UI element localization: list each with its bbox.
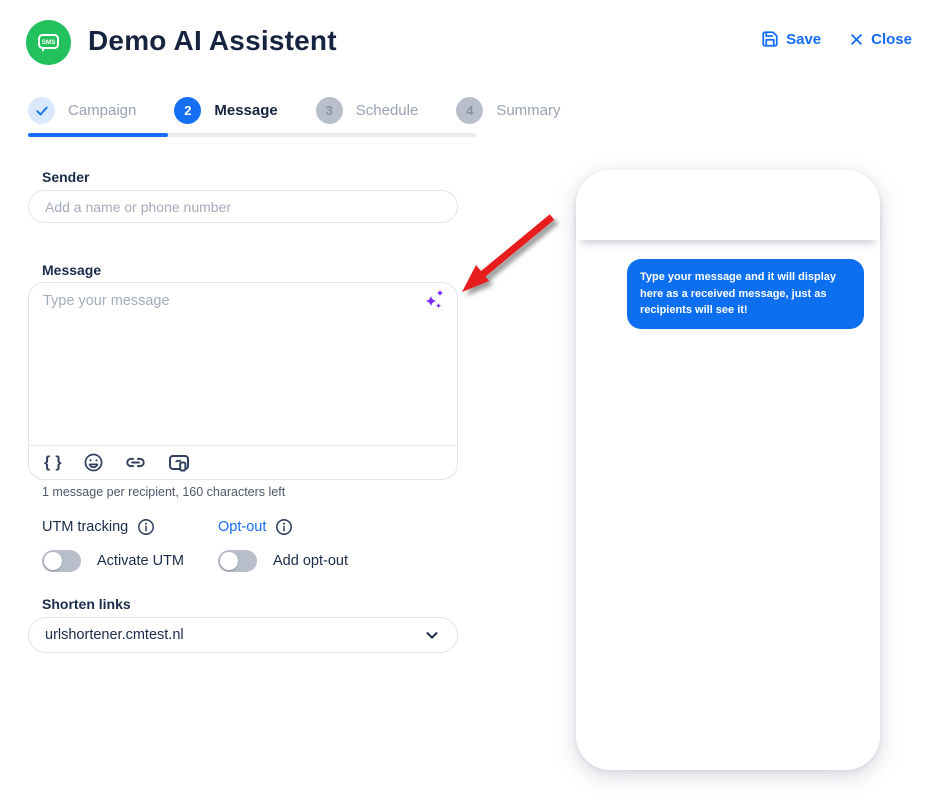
shorten-links-select[interactable]: urlshortener.cmtest.nl bbox=[28, 617, 458, 653]
tab-schedule-label: Schedule bbox=[355, 102, 419, 119]
step-progress-track bbox=[28, 133, 476, 137]
close-label: Close bbox=[871, 30, 912, 48]
braces-icon: { } bbox=[44, 453, 63, 471]
personalization-braces-button[interactable]: { } bbox=[44, 451, 63, 475]
shorten-links-label: Shorten links bbox=[42, 596, 131, 612]
utm-info-icon[interactable] bbox=[137, 518, 155, 536]
message-toolbar: { } bbox=[29, 445, 457, 479]
add-opt-out-row: Add opt-out bbox=[218, 550, 348, 572]
sparkles-icon bbox=[425, 289, 444, 309]
utm-tracking-group: UTM tracking bbox=[42, 518, 155, 536]
emoji-icon bbox=[84, 453, 103, 472]
header-actions: Save Close bbox=[761, 30, 912, 48]
activate-utm-label: Activate UTM bbox=[97, 553, 185, 569]
chevron-down-icon bbox=[423, 626, 441, 644]
sms-bubble-icon: SMS bbox=[38, 34, 59, 52]
message-placeholder: Type your message bbox=[43, 293, 170, 309]
step-progress-bar bbox=[28, 133, 168, 137]
save-label: Save bbox=[786, 30, 822, 48]
character-counter: 1 message per recipient, 160 characters … bbox=[42, 485, 286, 499]
landing-page-icon bbox=[168, 454, 189, 471]
svg-text:SMS: SMS bbox=[42, 39, 55, 46]
sender-input[interactable] bbox=[28, 190, 458, 223]
save-icon bbox=[761, 30, 779, 48]
campaign-check-icon bbox=[28, 97, 55, 124]
message-textarea[interactable]: Type your message bbox=[29, 283, 457, 445]
activate-utm-row: Activate UTM bbox=[42, 550, 184, 572]
close-icon bbox=[849, 32, 864, 47]
tab-summary[interactable]: 4 Summary bbox=[456, 97, 561, 124]
shorten-links-value: urlshortener.cmtest.nl bbox=[45, 627, 184, 643]
tab-message-label: Message bbox=[214, 102, 278, 119]
activate-utm-toggle[interactable] bbox=[42, 550, 81, 572]
tab-campaign-label: Campaign bbox=[68, 102, 137, 119]
sms-channel-icon: SMS bbox=[26, 20, 71, 65]
preview-message-bubble: Type your message and it will display he… bbox=[627, 259, 864, 329]
red-annotation-arrow bbox=[462, 214, 555, 292]
tab-campaign[interactable]: Campaign bbox=[28, 97, 136, 124]
add-opt-out-toggle[interactable] bbox=[218, 550, 257, 572]
campaign-editor-window: SMS Demo AI Assistent Save Close Campaig… bbox=[0, 0, 934, 794]
link-icon bbox=[125, 457, 145, 468]
tab-schedule-step-number: 3 bbox=[315, 97, 343, 124]
tab-message-step-number: 2 bbox=[174, 97, 202, 124]
tab-summary-label: Summary bbox=[496, 102, 561, 119]
message-editor: Type your message { } bbox=[28, 282, 458, 480]
tab-schedule[interactable]: 3 Schedule bbox=[315, 97, 419, 124]
opt-out-group: Opt-out bbox=[218, 518, 293, 536]
step-tabs: Campaign 2 Message 3 Schedule 4 Summary bbox=[28, 97, 561, 137]
add-opt-out-label: Add opt-out bbox=[273, 553, 348, 569]
sender-label: Sender bbox=[42, 169, 90, 185]
tab-message[interactable]: 2 Message bbox=[174, 97, 278, 124]
phone-preview: Type your message and it will display he… bbox=[576, 170, 880, 770]
phone-preview-header bbox=[576, 170, 880, 240]
page-title: Demo AI Assistent bbox=[88, 25, 337, 56]
ai-assistant-button[interactable] bbox=[421, 288, 449, 316]
opt-out-link[interactable]: Opt-out bbox=[218, 519, 266, 535]
landing-page-button[interactable] bbox=[167, 451, 191, 475]
emoji-button[interactable] bbox=[83, 451, 104, 475]
message-label: Message bbox=[42, 262, 102, 278]
opt-out-info-icon[interactable] bbox=[275, 518, 293, 536]
tab-summary-step-number: 4 bbox=[456, 97, 484, 124]
insert-link-button[interactable] bbox=[124, 451, 147, 475]
close-button[interactable]: Close bbox=[849, 31, 912, 48]
utm-tracking-label: UTM tracking bbox=[42, 519, 129, 535]
save-button[interactable]: Save bbox=[761, 30, 821, 48]
